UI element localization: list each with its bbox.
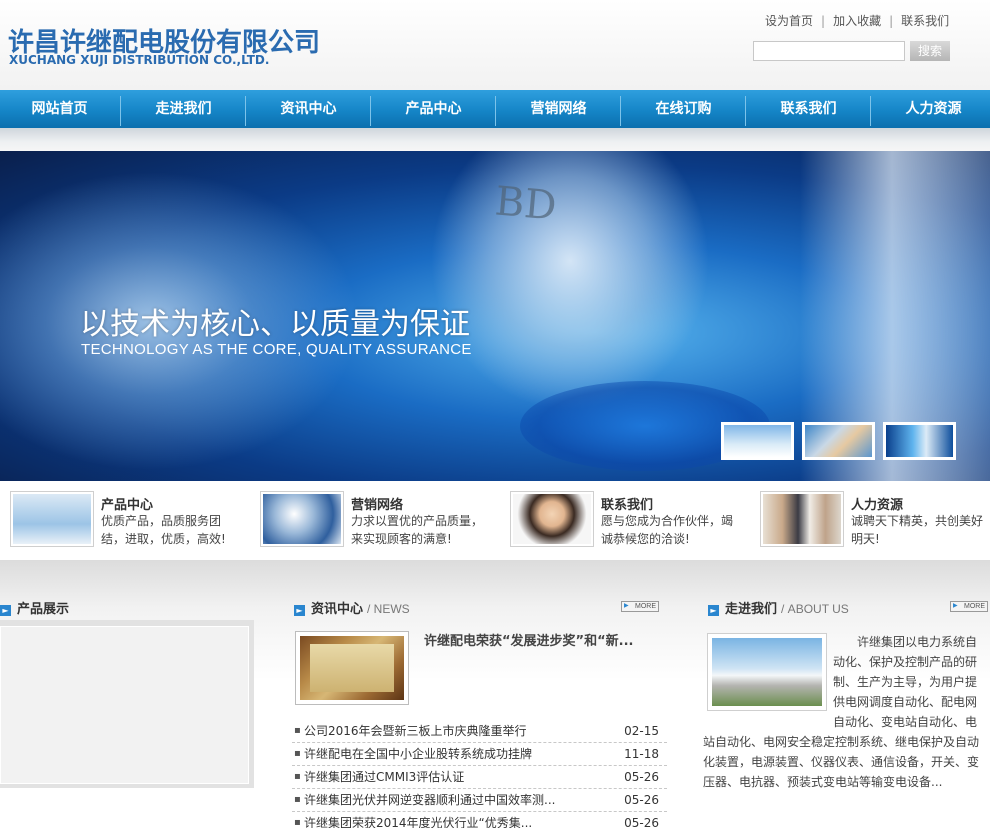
feature-desc: 愿与您成为合作伙伴，竭诚恭候您的洽谈! — [601, 514, 734, 546]
nav-item-marketing[interactable]: 营销网络 — [496, 90, 621, 128]
nav-item-contact[interactable]: 联系我们 — [746, 90, 871, 128]
news-item-date: 02-15 — [624, 724, 659, 738]
nav-item-news[interactable]: 资讯中心 — [246, 90, 371, 128]
news-item-title[interactable]: 许继集团光伏并网逆变器顺利通过中国效率测... — [304, 789, 555, 811]
bullet-icon: ▪ — [294, 771, 301, 782]
banner-thumb-1[interactable] — [721, 422, 794, 460]
news-more-button[interactable]: MORE — [621, 601, 659, 612]
nav-item-order[interactable]: 在线订购 — [621, 90, 746, 128]
feature-title[interactable]: 产品中心 — [101, 494, 153, 513]
bullet-icon: ▪ — [294, 725, 301, 736]
site-header: 许昌许继配电股份有限公司 XUCHANG XUJI DISTRIBUTION C… — [0, 0, 990, 90]
nav-item-home[interactable]: 网站首页 — [0, 90, 122, 128]
bullet-icon: ▪ — [294, 794, 301, 805]
nav-item-hr[interactable]: 人力资源 — [871, 90, 990, 128]
news-item-date: 05-26 — [624, 793, 659, 807]
feature-desc: 诚聘天下精英，共创美好明天! — [851, 514, 984, 546]
arrow-right-icon: ► — [294, 605, 305, 616]
feature-desc: 优质产品，品质服务团结，进取，优质，高效! — [101, 514, 226, 546]
news-item[interactable]: ▪ 许继集团通过CMMI3评估认证 05-26 — [292, 766, 667, 789]
products-header: ► 产品展示 — [0, 598, 69, 617]
divider: | — [821, 14, 826, 28]
arrow-right-icon: ► — [708, 605, 719, 616]
feature-products[interactable]: 产品中心 优质产品，品质服务团结，进取，优质，高效! — [0, 491, 245, 551]
about-header: ► 走进我们 / ABOUT US — [708, 598, 849, 617]
feature-hr[interactable]: 人力资源 诚聘天下精英，共创美好明天! — [750, 491, 990, 551]
search-button[interactable]: 搜索 — [910, 41, 950, 61]
news-item[interactable]: ▪ 许继配电在全国中小企业股转系统成功挂牌 11-18 — [292, 743, 667, 766]
bullet-icon: ▪ — [294, 748, 301, 759]
news-item[interactable]: ▪ 许继集团光伏并网逆变器顺利通过中国效率测... 05-26 — [292, 789, 667, 812]
news-item[interactable]: ▪ 公司2016年会暨新三板上市庆典隆重举行 02-15 — [292, 720, 667, 743]
feature-image[interactable] — [10, 491, 94, 547]
feature-title[interactable]: 人力资源 — [851, 494, 903, 513]
add-favorite-link[interactable]: 加入收藏 — [833, 14, 881, 28]
banner-thumb-2[interactable] — [802, 422, 875, 460]
news-title: 资讯中心 — [311, 602, 364, 617]
nav-item-products[interactable]: 产品中心 — [371, 90, 496, 128]
feature-row: 产品中心 优质产品，品质服务团结，进取，优质，高效! 营销网络 力求以置优的产品… — [0, 481, 990, 560]
contact-us-link[interactable]: 联系我们 — [901, 14, 949, 28]
news-header: ► 资讯中心 / NEWS — [294, 598, 410, 617]
news-list: ▪ 公司2016年会暨新三板上市庆典隆重举行 02-15 ▪ 许继配电在全国中小… — [292, 720, 667, 828]
news-item-title[interactable]: 许继集团通过CMMI3评估认证 — [304, 766, 464, 788]
feature-image[interactable] — [510, 491, 594, 547]
banner-title-cn: 以技术为核心、以质量为保证 — [80, 307, 470, 342]
main-nav: 网站首页 走进我们 资讯中心 产品中心 营销网络 在线订购 联系我们 人力资源 — [0, 90, 990, 128]
news-item-title[interactable]: 许继集团荣获2014年度光伏行业“优秀集... — [304, 812, 532, 828]
feature-title[interactable]: 营销网络 — [351, 494, 403, 513]
news-subtitle: / NEWS — [367, 602, 410, 616]
divider: | — [889, 14, 894, 28]
products-title: 产品展示 — [17, 602, 70, 617]
about-subtitle: / ABOUT US — [781, 602, 849, 616]
about-more-button[interactable]: MORE — [950, 601, 988, 612]
products-panel — [0, 626, 249, 784]
arrow-right-icon: ► — [0, 605, 11, 616]
top-links: 设为首页 | 加入收藏 | 联系我们 — [765, 12, 949, 29]
about-title: 走进我们 — [725, 602, 778, 617]
news-item-title[interactable]: 许继配电在全国中小企业股转系统成功挂牌 — [304, 743, 532, 765]
banner-bd-text: BD — [493, 178, 559, 230]
nav-shadow — [0, 128, 990, 151]
search-input[interactable] — [753, 41, 905, 61]
news-item-title[interactable]: 公司2016年会暨新三板上市庆典隆重举行 — [304, 720, 527, 742]
feature-contact[interactable]: 联系我们 愿与您成为合作伙伴，竭诚恭候您的洽谈! — [500, 491, 745, 551]
banner-title-en: TECHNOLOGY AS THE CORE, QUALITY ASSURANC… — [81, 341, 472, 358]
feature-desc: 力求以置优的产品质量，来实现顾客的满意! — [351, 514, 484, 546]
hero-banner: BD 以技术为核心、以质量为保证 TECHNOLOGY AS THE CORE,… — [0, 151, 990, 481]
about-image[interactable] — [707, 633, 827, 711]
news-item-date: 11-18 — [624, 747, 659, 761]
banner-thumb-3[interactable] — [883, 422, 956, 460]
news-headline[interactable]: 许继配电荣获“发展进步奖”和“新... — [424, 630, 633, 649]
nav-item-about[interactable]: 走进我们 — [121, 90, 246, 128]
feature-marketing[interactable]: 营销网络 力求以置优的产品质量，来实现顾客的满意! — [250, 491, 495, 551]
banner-glass-center — [430, 151, 710, 411]
set-homepage-link[interactable]: 设为首页 — [765, 14, 813, 28]
feature-title[interactable]: 联系我们 — [601, 494, 653, 513]
feature-image[interactable] — [760, 491, 844, 547]
news-image[interactable] — [295, 631, 409, 705]
news-item[interactable]: ▪ 许继集团荣获2014年度光伏行业“优秀集... 05-26 — [292, 812, 667, 828]
news-item-date: 05-26 — [624, 816, 659, 828]
news-item-date: 05-26 — [624, 770, 659, 784]
feature-image[interactable] — [260, 491, 344, 547]
logo-english[interactable]: XUCHANG XUJI DISTRIBUTION CO.,LTD. — [9, 53, 269, 67]
bullet-icon: ▪ — [294, 817, 301, 828]
